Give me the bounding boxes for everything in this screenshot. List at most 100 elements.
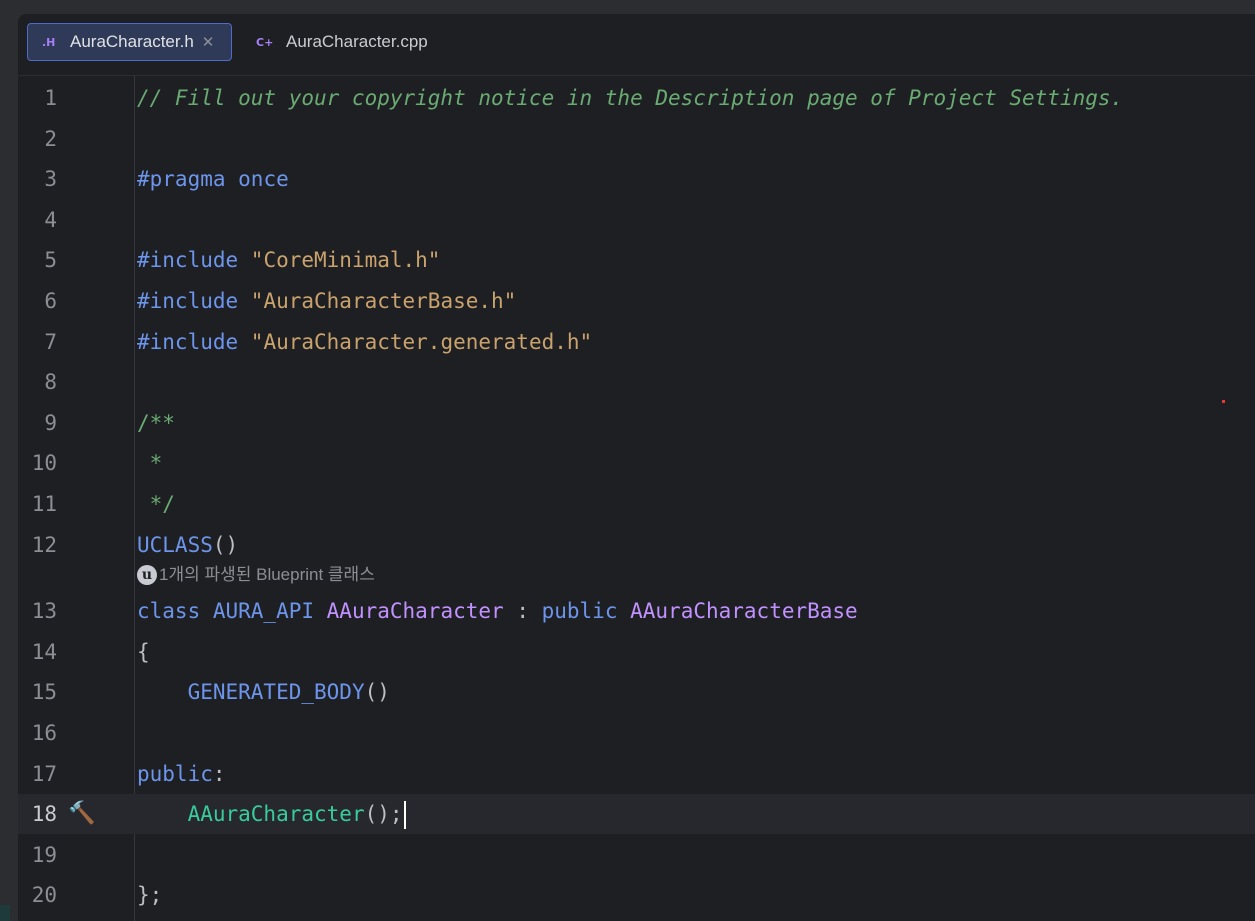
- code-line[interactable]: 19: [18, 835, 1255, 875]
- code-token: GENERATED_BODY: [187, 680, 365, 705]
- code-token: AAuraCharacter: [326, 599, 504, 624]
- code-token: "AuraCharacterBase.h": [250, 289, 517, 313]
- code-token: :: [212, 761, 226, 786]
- code-editor[interactable]: u 1개의 파생된 Blueprint 클래스 1 // Fill out you…: [18, 76, 1255, 921]
- code-line[interactable]: 8: [18, 362, 1255, 402]
- code-line[interactable]: 6 #include "AuraCharacterBase.h": [18, 281, 1255, 321]
- code-line[interactable]: 7 #include "AuraCharacter.generated.h": [18, 322, 1255, 362]
- code-line[interactable]: 18 🔨 AAuraCharacter();: [18, 794, 1255, 835]
- code-line[interactable]: 20};: [18, 875, 1255, 915]
- code-text: {: [137, 632, 150, 672]
- code-token: public: [541, 599, 631, 624]
- code-token: *: [137, 451, 163, 476]
- line-number: 7: [44, 329, 57, 354]
- line-number: 8: [44, 370, 57, 395]
- line-number: 16: [31, 721, 57, 745]
- code-line[interactable]: 17 public:: [18, 754, 1255, 794]
- line-number: 18: [31, 802, 57, 827]
- tab-label: AuraCharacter.h: [70, 32, 194, 51]
- code-text: #pragma once: [137, 159, 289, 199]
- line-number: 10: [31, 451, 57, 476]
- code-text: class AURA_API AAuraCharacter : public A…: [137, 591, 858, 631]
- code-token: public: [137, 761, 213, 786]
- tool-window-accent: [0, 905, 10, 921]
- line-number: 2: [44, 126, 57, 151]
- code-token: {: [137, 639, 150, 664]
- hammer-icon[interactable]: 🔨: [68, 801, 95, 827]
- inlay-hint-text: 1개의 파생된 Blueprint 클래스: [159, 565, 375, 584]
- code-token: #include: [137, 329, 251, 354]
- line-number: 15: [31, 680, 57, 705]
- unreal-engine-icon: u: [137, 565, 157, 585]
- code-line[interactable]: 9 /**: [18, 403, 1255, 443]
- code-line[interactable]: 4: [18, 200, 1255, 240]
- code-line[interactable]: 1 // Fill out your copyright notice in th…: [18, 78, 1255, 118]
- window-top-strip: [0, 0, 1255, 14]
- inlay-hint[interactable]: u 1개의 파생된 Blueprint 클래스: [137, 561, 375, 589]
- code-text: #include "AuraCharacter.generated.h": [137, 322, 592, 362]
- editor-tab-bar: .H AuraCharacter.h ✕ C+ AuraCharacter.cp…: [18, 14, 1255, 76]
- code-token: (): [364, 680, 390, 705]
- line-number: 20: [31, 883, 57, 908]
- code-text: #include "AuraCharacterBase.h": [137, 281, 516, 321]
- code-token: AAuraCharacterBase: [630, 599, 858, 624]
- code-token: AURA_API: [212, 599, 327, 624]
- code-token: #include: [137, 248, 251, 273]
- tab-aura-character-h[interactable]: .H AuraCharacter.h ✕: [27, 23, 232, 61]
- code-token: :: [503, 599, 542, 624]
- code-token: // Fill out your copyright notice in the…: [137, 86, 1124, 110]
- line-number: 11: [31, 492, 57, 516]
- code-line[interactable]: 5 #include "CoreMinimal.h": [18, 240, 1255, 280]
- code-token: UCLASS: [137, 532, 213, 557]
- code-text: *: [137, 443, 163, 483]
- code-line[interactable]: 12 UCLASS(): [18, 525, 1255, 565]
- code-token: /**: [137, 410, 175, 435]
- code-token: AAuraCharacter: [187, 802, 365, 827]
- tab-label: AuraCharacter.cpp: [286, 32, 428, 51]
- line-number: 6: [44, 289, 57, 313]
- code-text: AAuraCharacter();: [137, 794, 406, 834]
- line-number: 12: [31, 532, 57, 557]
- code-text: */: [137, 484, 175, 524]
- code-token: */: [137, 492, 175, 516]
- code-token: class: [137, 599, 213, 624]
- code-text: UCLASS(): [137, 525, 238, 565]
- code-line[interactable]: 15 GENERATED_BODY(): [18, 672, 1255, 712]
- code-text: public:: [137, 754, 226, 794]
- code-token: #include: [137, 289, 251, 313]
- line-number: 17: [31, 761, 57, 786]
- header-file-icon: .H: [42, 35, 56, 49]
- line-number: 1: [44, 86, 57, 110]
- code-text: };: [137, 875, 162, 915]
- editor-panel: .H AuraCharacter.h ✕ C+ AuraCharacter.cp…: [18, 14, 1255, 921]
- line-number: 14: [31, 639, 57, 664]
- code-line[interactable]: 16: [18, 713, 1255, 753]
- code-line[interactable]: 11 */: [18, 484, 1255, 524]
- line-number: 5: [44, 248, 57, 273]
- code-text: #include "CoreMinimal.h": [137, 240, 440, 280]
- code-line[interactable]: 2: [18, 119, 1255, 159]
- line-number: 3: [44, 167, 57, 192]
- code-text: // Fill out your copyright notice in the…: [137, 78, 1123, 118]
- code-token: #pragma: [137, 167, 239, 192]
- close-icon[interactable]: ✕: [202, 33, 215, 51]
- code-token: "CoreMinimal.h": [250, 248, 441, 273]
- line-number: 9: [44, 410, 57, 435]
- code-token: "AuraCharacter.generated.h": [250, 329, 593, 354]
- line-number: 19: [31, 842, 57, 867]
- code-token: once: [238, 167, 289, 192]
- code-line[interactable]: 14 {: [18, 632, 1255, 672]
- text-caret: [403, 801, 406, 830]
- code-line[interactable]: 3 #pragma once: [18, 159, 1255, 199]
- code-line[interactable]: 13 class AURA_API AAuraCharacter : public…: [18, 591, 1255, 631]
- code-line[interactable]: 10 *: [18, 443, 1255, 483]
- line-number: 13: [31, 599, 57, 624]
- code-token: (): [212, 532, 239, 557]
- tab-aura-character-cpp[interactable]: C+ AuraCharacter.cpp: [248, 23, 448, 61]
- cpp-file-icon: C+: [256, 35, 274, 49]
- code-token: };: [137, 883, 163, 908]
- line-number: 4: [44, 207, 57, 232]
- code-text: /**: [137, 403, 175, 443]
